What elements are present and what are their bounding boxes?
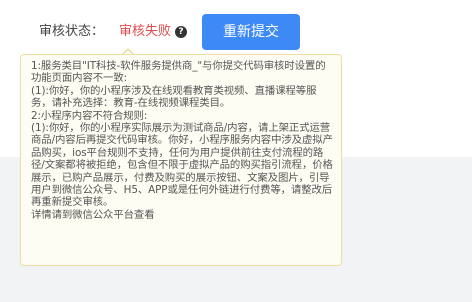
review-status-row: 审核状态： 审核失败 ? 重新提交 bbox=[0, 14, 472, 50]
review-status-value: 审核失败 bbox=[119, 24, 172, 39]
question-circle-icon[interactable]: ? bbox=[175, 26, 187, 38]
rejection-reason-tooltip: 1:服务类目"IT科技-软件服务提供商_"与你提交代码审核时设置的功能页面内容不… bbox=[20, 54, 342, 266]
resubmit-button[interactable]: 重新提交 bbox=[202, 14, 300, 50]
review-status-label: 审核状态： bbox=[39, 24, 105, 39]
rejection-reason-text: 1:服务类目"IT科技-软件服务提供商_"与你提交代码审核时设置的功能页面内容不… bbox=[31, 60, 333, 221]
